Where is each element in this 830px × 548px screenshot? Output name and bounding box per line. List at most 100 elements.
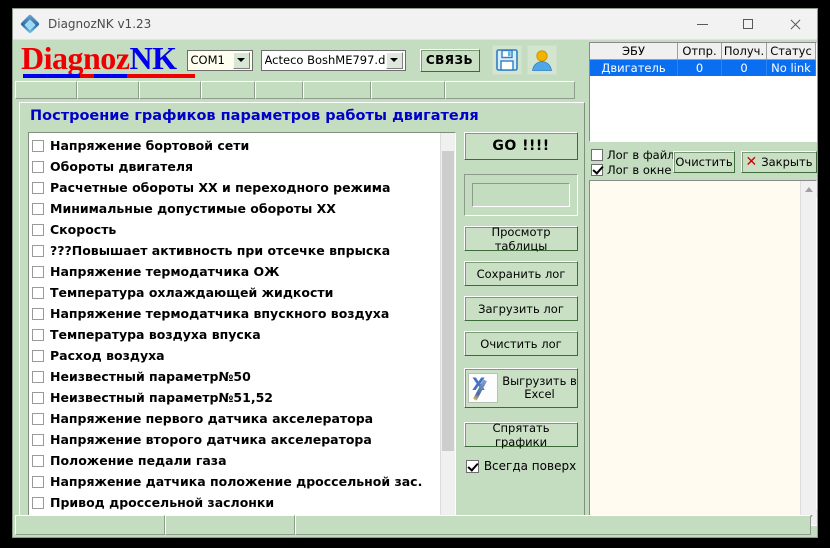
column-header-status[interactable]: Статус (767, 43, 816, 60)
list-item[interactable]: Положение педали газа (32, 450, 440, 471)
list-item[interactable]: Неизвестный параметр№50 (32, 366, 440, 387)
charts-groupbox: Построение графиков параметров работы дв… (19, 102, 585, 526)
log-scrollbar[interactable] (800, 181, 817, 525)
list-item[interactable]: Расход воздуха (32, 345, 440, 366)
definition-file-value: Acteco BoshME797.dnk (264, 53, 386, 67)
checkbox-box[interactable] (32, 244, 44, 257)
list-item[interactable]: Температура охлаждающей жидкости (32, 282, 440, 303)
column-header-recv[interactable]: Получ. (722, 43, 767, 60)
list-item[interactable]: Напряжение датчика положение дроссельной… (32, 471, 440, 492)
log-to-window-checkbox[interactable]: Лог в окне (591, 163, 671, 177)
list-item[interactable]: Температура воздуха впуска (32, 324, 440, 345)
ecu-table[interactable]: ЭБУ Отпр. Получ. Статус Двигатель 0 0 No… (589, 42, 817, 142)
user-account-button[interactable] (526, 45, 557, 75)
close-log-button[interactable]: ✕ Закрыть (741, 151, 817, 173)
log-output-box[interactable] (589, 180, 817, 526)
checkbox-box[interactable] (32, 286, 44, 299)
save-log-button[interactable]: Сохранить лог (464, 261, 578, 286)
close-button[interactable] (771, 9, 817, 40)
checkbox-box[interactable] (32, 496, 44, 509)
definition-file-select[interactable]: Acteco BoshME797.dnk (260, 49, 406, 71)
checkbox-box[interactable] (32, 307, 44, 320)
checkbox-box[interactable] (32, 328, 44, 341)
save-button[interactable] (491, 45, 522, 75)
chevron-down-icon[interactable] (385, 51, 403, 69)
list-item-label: Напряжение второго датчика акселератора (50, 432, 372, 447)
list-item[interactable]: Скорость (32, 219, 440, 240)
view-table-button[interactable]: Просмотр таблицы (464, 225, 578, 253)
cell-ecu: Двигатель (590, 60, 678, 76)
list-item-label: Неизвестный параметр№51,52 (50, 390, 273, 405)
list-item[interactable]: Напряжение бортовой сети (32, 135, 440, 156)
scroll-up-button[interactable] (800, 181, 817, 197)
column-header-sent[interactable]: Отпр. (678, 43, 722, 60)
load-log-button[interactable]: Загрузить лог (464, 296, 578, 321)
maximize-button[interactable] (725, 9, 771, 40)
checkbox-box[interactable] (32, 454, 44, 467)
checkbox-box[interactable] (32, 265, 44, 278)
hide-charts-button[interactable]: Спрятать графики (464, 421, 578, 449)
checkbox-box[interactable] (32, 181, 44, 194)
excel-export-icon: X (468, 373, 498, 403)
clear-log-window-button[interactable]: Очистить (673, 151, 735, 173)
list-item[interactable]: Привод дроссельной заслонки (32, 492, 440, 513)
list-item[interactable]: Напряжение термодатчика впускного воздух… (32, 303, 440, 324)
list-item[interactable]: Напряжение термодатчика ОЖ (32, 261, 440, 282)
checkbox-box[interactable] (32, 433, 44, 446)
red-x-icon: ✕ (745, 154, 758, 170)
right-panel: ЭБУ Отпр. Получ. Статус Двигатель 0 0 No… (589, 40, 817, 526)
list-item-label: Расход воздуха (50, 348, 165, 363)
floppy-disk-icon (495, 49, 518, 71)
window-title: DiagnozNK v1.23 (48, 17, 152, 31)
chevron-up-icon (804, 186, 813, 192)
column-header-ecu[interactable]: ЭБУ (590, 43, 678, 60)
list-item-label: ???Повышает активность при отсечке впрыс… (50, 243, 391, 258)
action-button-column: GO !!!! Просмотр таблицы Сохранить лог З… (464, 132, 578, 473)
panel-cell (201, 81, 255, 99)
checkbox-box[interactable] (32, 202, 44, 215)
checkbox-box[interactable] (591, 148, 603, 161)
checkbox-box[interactable] (32, 139, 44, 152)
list-item[interactable]: ???Повышает активность при отсечке впрыс… (32, 240, 440, 261)
export-excel-button[interactable]: X Выгрузить в Excel (464, 368, 578, 408)
always-on-top-checkbox[interactable]: Всегда поверх (464, 459, 578, 473)
checkbox-box[interactable] (32, 349, 44, 362)
list-item[interactable]: Расчетные обороты ХХ и переходного режим… (32, 177, 440, 198)
list-item[interactable]: Напряжение второго датчика акселератора (32, 429, 440, 450)
scrollbar-thumb[interactable] (442, 151, 454, 451)
status-field-panel (464, 174, 578, 216)
connect-button[interactable]: СВЯЗЬ (419, 48, 480, 72)
list-item-label: Напряжение бортовой сети (50, 138, 250, 153)
app-diamond-icon (20, 13, 40, 34)
panel-strip (15, 81, 583, 99)
checkbox-box[interactable] (465, 459, 479, 473)
list-item[interactable]: Обороты двигателя (32, 156, 440, 177)
list-item[interactable]: Неизвестный параметр№51,52 (32, 387, 440, 408)
checkbox-box[interactable] (32, 160, 44, 173)
minimize-button[interactable] (679, 9, 725, 40)
go-button[interactable]: GO !!!! (464, 132, 578, 160)
panel-cell (371, 81, 445, 99)
clear-log-button[interactable]: Очистить лог (464, 331, 578, 356)
list-item-label: Напряжение датчика положение дроссельной… (50, 474, 423, 489)
status-field[interactable] (472, 183, 570, 207)
logo-text-diagnoz: Diagnoz (21, 40, 130, 76)
checkbox-box[interactable] (32, 223, 44, 236)
cell-sent: 0 (678, 60, 722, 76)
always-on-top-label: Всегда поверх (483, 459, 577, 473)
log-to-file-checkbox[interactable]: Лог в файл (591, 148, 675, 162)
chevron-down-icon[interactable] (232, 51, 250, 69)
parameters-listbox[interactable]: Напряжение бортовой сети Обороты двигател… (28, 132, 456, 517)
list-item-label: Напряжение термодатчика ОЖ (50, 264, 280, 279)
checkbox-box[interactable] (32, 475, 44, 488)
user-account-icon (531, 50, 552, 71)
parameters-scrollbar[interactable] (440, 133, 455, 516)
checkbox-box[interactable] (32, 391, 44, 404)
com-port-select[interactable]: COM1 (186, 49, 253, 71)
table-row[interactable]: Двигатель 0 0 No link (590, 60, 816, 76)
list-item[interactable]: Напряжение первого датчика акселератора (32, 408, 440, 429)
list-item[interactable]: Минимальные допустимые обороты ХХ (32, 198, 440, 219)
checkbox-box[interactable] (32, 412, 44, 425)
checkbox-box[interactable] (591, 163, 603, 176)
checkbox-box[interactable] (32, 370, 44, 383)
